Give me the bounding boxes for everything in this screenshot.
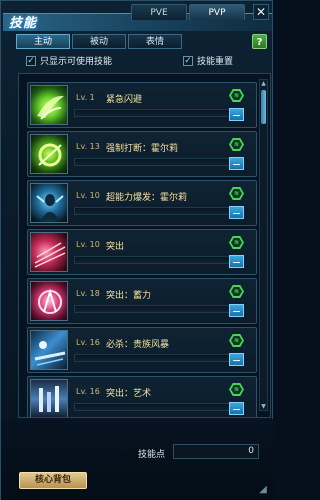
list-scrollbar[interactable]: ▲ ▼ [259,79,268,411]
skill-row[interactable]: Lv. 16 必杀：贵族风暴 ≋ [27,327,257,373]
noble-storm-skill-icon[interactable] [30,330,68,370]
skill-name: 突出 [106,242,125,252]
upgrade-hex-button[interactable]: ≋ [229,89,244,102]
upgrade-hex-button[interactable]: ≋ [229,285,244,298]
skill-level: Lv. 10 [76,240,100,249]
skill-slot-bar [74,305,242,313]
skills-window: 技能 PVE PVP ✕ 主动 被动 表情 ? ✓ 只显示可使用技能 ✓ 技能重… [0,0,274,500]
upgrade-hex-button[interactable]: ≋ [229,383,244,396]
interrupt-skill-icon[interactable] [30,134,68,174]
dodge-skill-icon[interactable] [30,85,68,125]
scroll-up-icon[interactable]: ▲ [260,80,267,87]
upgrade-hex-button[interactable]: ≋ [229,236,244,249]
help-button[interactable]: ? [252,34,267,49]
skill-level: Lv. 13 [76,142,100,151]
charged-rush-skill-icon[interactable] [30,281,68,321]
skill-list: Lv. 1 紧急闪避 ≋ Lv. 13 强制打断：霍尔莉 ≋ Lv. 10 超能… [18,73,271,418]
assign-slot-button[interactable] [229,108,244,121]
skill-level: Lv. 16 [76,387,100,396]
resize-grip-icon[interactable]: ◢ [257,484,269,496]
mode-tabs: PVE PVP [131,4,245,20]
skill-name: 紧急闪避 [106,95,143,105]
upgrade-icon: ≋ [231,385,242,394]
skill-row[interactable]: Lv. 16 突出：艺术 ≋ [27,376,257,417]
scroll-down-icon[interactable]: ▼ [260,403,267,410]
upgrade-icon: ≋ [231,336,242,345]
upgrade-hex-button[interactable]: ≋ [229,334,244,347]
skill-row[interactable]: Lv. 1 紧急闪避 ≋ [27,82,257,128]
skill-name: 超能力爆发：霍尔莉 [106,193,188,203]
only-usable-label: 只显示可使用技能 [40,57,113,67]
skill-slot-bar [74,354,242,362]
only-usable-checkbox[interactable]: ✓ [26,55,36,66]
skill-slot-bar [74,207,242,215]
skill-row[interactable]: Lv. 18 突出：蓄力 ≋ [27,278,257,324]
skill-level: Lv. 1 [76,93,95,102]
skill-slot-bar [74,158,242,166]
only-usable-filter[interactable]: ✓ 只显示可使用技能 [26,54,112,67]
close-button[interactable]: ✕ [253,4,269,20]
upgrade-icon: ≋ [231,238,242,247]
skill-name: 必杀：贵族风暴 [106,340,170,350]
skill-points-label: 技能点 [138,450,166,460]
window-title: 技能 [9,16,38,31]
skill-level: Lv. 10 [76,191,100,200]
tab-active-skills[interactable]: 主动 [16,34,70,49]
skill-name: 突出：艺术 [106,389,152,399]
skill-name: 突出：蓄力 [106,291,152,301]
skill-reset-label: 技能重置 [197,57,234,67]
upgrade-icon: ≋ [231,189,242,198]
upgrade-icon: ≋ [231,140,242,149]
upgrade-icon: ≋ [231,91,242,100]
filter-row: ✓ 只显示可使用技能 ✓ 技能重置 [26,54,266,68]
skill-reset-filter[interactable]: ✓ 技能重置 [183,54,233,67]
art-rush-skill-icon[interactable] [30,379,68,417]
tab-passive-skills[interactable]: 被动 [72,34,126,49]
core-bag-button[interactable]: 核心背包 [19,472,87,489]
psychic-burst-skill-icon[interactable] [30,183,68,223]
assign-slot-button[interactable] [229,304,244,317]
skill-row[interactable]: Lv. 10 突出 ≋ [27,229,257,275]
assign-slot-button[interactable] [229,402,244,415]
assign-slot-button[interactable] [229,353,244,366]
skill-level: Lv. 16 [76,338,100,347]
assign-slot-button[interactable] [229,206,244,219]
skill-reset-checkbox[interactable]: ✓ [183,55,193,66]
assign-slot-button[interactable] [229,157,244,170]
skill-level: Lv. 18 [76,289,100,298]
skill-name: 强制打断：霍尔莉 [106,144,179,154]
skill-slot-bar [74,403,242,411]
upgrade-icon: ≋ [231,287,242,296]
upgrade-hex-button[interactable]: ≋ [229,187,244,200]
skill-points-value: 0 [173,444,259,459]
assign-slot-button[interactable] [229,255,244,268]
tab-emotes[interactable]: 表情 [128,34,182,49]
skill-row[interactable]: Lv. 13 强制打断：霍尔莉 ≋ [27,131,257,177]
tab-pvp[interactable]: PVP [189,4,245,20]
tab-pve[interactable]: PVE [131,4,187,20]
upgrade-hex-button[interactable]: ≋ [229,138,244,151]
skill-category-tabs: 主动 被动 表情 [16,34,182,49]
skill-slot-bar [74,256,242,264]
rush-skill-icon[interactable] [30,232,68,272]
skill-slot-bar [74,109,242,117]
scroll-thumb[interactable] [261,90,266,124]
skill-row[interactable]: Lv. 10 超能力爆发：霍尔莉 ≋ [27,180,257,226]
